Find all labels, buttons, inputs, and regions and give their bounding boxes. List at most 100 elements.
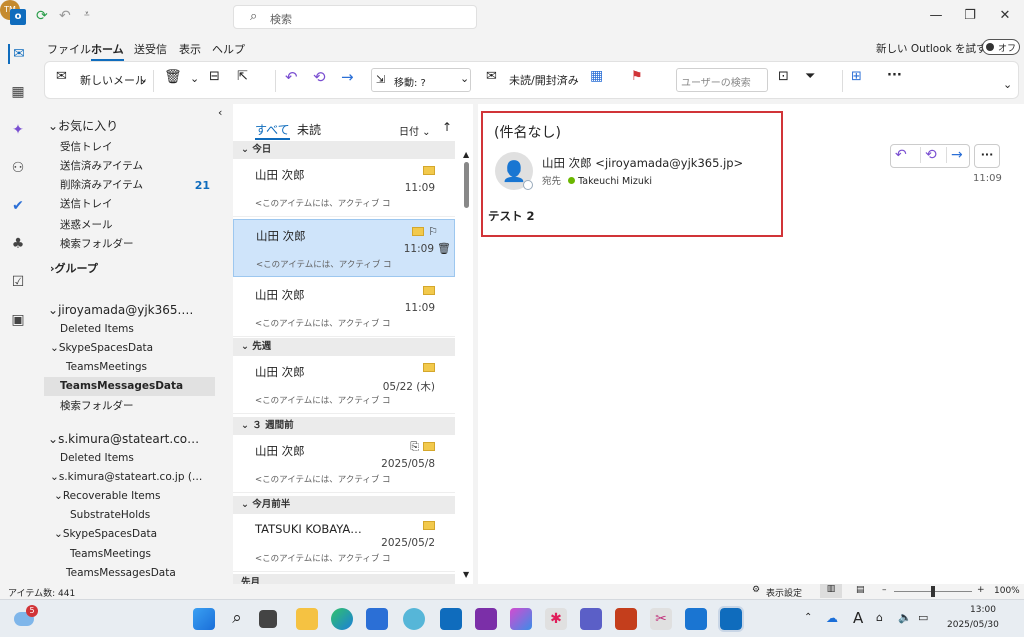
folder-teams-messages[interactable]: TeamsMessagesData: [44, 377, 215, 396]
folder-teams-meetings-2[interactable]: TeamsMeetings: [44, 545, 232, 564]
reading-view-icon[interactable]: ▤: [856, 585, 865, 595]
org-icon[interactable]: ♣: [8, 234, 28, 254]
list-item[interactable]: TATSUKI KOBAYA… 2025/05/2 <このアイテムには、アクティ…: [233, 514, 455, 572]
scrollbar-down-icon[interactable]: ▼: [463, 570, 469, 579]
filter-icon[interactable]: ⏷: [805, 69, 815, 84]
outlook-taskbar-icon[interactable]: [718, 606, 744, 632]
group-header[interactable]: ⌄ 今日: [233, 141, 455, 159]
browser-icon[interactable]: [403, 608, 425, 630]
volume-icon[interactable]: 🔈: [898, 611, 912, 624]
clock-date[interactable]: 2025/05/30: [947, 620, 999, 630]
tab-all[interactable]: すべて: [255, 121, 290, 140]
sort-direction-icon[interactable]: ↑: [442, 120, 452, 134]
chevron-down-icon[interactable]: ⌄: [190, 72, 199, 85]
snipping-tool-icon[interactable]: ✂: [650, 608, 672, 630]
powerpoint-icon[interactable]: [615, 608, 637, 630]
undo-icon[interactable]: ↶: [59, 8, 71, 24]
display-settings-icon[interactable]: ⚙: [752, 585, 760, 595]
mail-icon[interactable]: ✉: [8, 44, 28, 64]
list-item[interactable]: 山田 次郎 11:09 <このアイテムには、アクティブ コ: [233, 159, 455, 217]
edge-icon[interactable]: [331, 608, 353, 630]
scrollbar-thumb[interactable]: [464, 162, 469, 208]
file-explorer-icon[interactable]: [296, 608, 318, 630]
outlook-web-icon[interactable]: [440, 608, 462, 630]
ime-indicator[interactable]: A: [853, 609, 863, 627]
people-icon[interactable]: ⚇: [8, 158, 28, 178]
folder-search-folders[interactable]: 検索フォルダー: [44, 235, 232, 254]
tab-help[interactable]: ヘルプ: [212, 41, 245, 57]
normal-view-icon[interactable]: ▥: [820, 584, 842, 598]
account1-header[interactable]: ⌄jiroyamada@yjk365.…: [44, 301, 232, 320]
new-outlook-toggle[interactable]: オフ: [982, 39, 1020, 55]
tab-home[interactable]: ホーム: [91, 41, 124, 61]
m365-icon[interactable]: [510, 608, 532, 630]
tray-expand-icon[interactable]: ⌃: [804, 612, 812, 623]
ribbon-collapse-icon[interactable]: ⌄: [1003, 78, 1012, 91]
network-icon[interactable]: ⌂: [876, 611, 883, 624]
reply-all-icon[interactable]: ⟲: [920, 147, 937, 163]
folder-mailbox[interactable]: ⌄s.kimura@stateart.co.jp (…: [44, 468, 232, 487]
folder-deleted-items-2[interactable]: Deleted Items: [44, 449, 232, 468]
user-search-input[interactable]: ユーザーの検索: [676, 68, 768, 92]
zoom-slider[interactable]: [894, 586, 972, 597]
task-view-icon[interactable]: [259, 610, 277, 628]
folder-teams-messages-2[interactable]: TeamsMessagesData: [44, 564, 232, 583]
todo-icon[interactable]: ✔: [8, 196, 28, 216]
forward-icon[interactable]: →: [946, 147, 963, 163]
group-header[interactable]: ⌄ 今月前半: [233, 496, 455, 514]
onedrive-icon[interactable]: ☁: [826, 611, 838, 625]
store-icon[interactable]: [366, 608, 388, 630]
folder-search-folders-2[interactable]: 検索フォルダー: [44, 397, 232, 416]
categorize-icon[interactable]: ▦: [590, 68, 603, 84]
sync-icon[interactable]: ⟳: [36, 8, 48, 24]
flag-icon[interactable]: ⚑: [631, 69, 643, 84]
presentation-icon[interactable]: [685, 608, 707, 630]
search-icon[interactable]: ⌕: [226, 608, 248, 630]
favorites-header[interactable]: ⌄お気に入り: [44, 117, 232, 136]
chevron-down-icon[interactable]: ⌄: [139, 72, 148, 85]
more-options-button[interactable]: ···: [887, 68, 902, 83]
delete-icon[interactable]: 🗑: [437, 242, 451, 255]
folder-skype-spaces-2[interactable]: ⌄SkypeSpacesData: [44, 525, 232, 544]
zoom-in-icon[interactable]: +: [977, 585, 985, 595]
group-header[interactable]: ⌄ 先週: [233, 338, 455, 356]
reply-icon[interactable]: ↶: [285, 68, 298, 86]
zoom-out-icon[interactable]: –: [882, 585, 887, 595]
read-unread-button[interactable]: 未読/開封済み: [509, 72, 579, 88]
teams-icon[interactable]: [580, 608, 602, 630]
clock-time[interactable]: 13:00: [970, 605, 996, 615]
list-item[interactable]: 山田 次郎 05/22 (木) <このアイテムには、アクティブ コ: [233, 356, 455, 414]
display-settings-button[interactable]: 表示設定: [766, 586, 802, 599]
copilot-icon[interactable]: ✦: [8, 120, 28, 140]
list-item[interactable]: 山田 次郎 ⎘ 2025/05/8 <このアイテムには、アクティブ コ: [233, 435, 455, 493]
folder-substrate-holds[interactable]: SubstrateHolds: [44, 506, 232, 525]
folder-skype-spaces[interactable]: ⌄SkypeSpacesData: [44, 339, 232, 358]
zoom-slider-thumb[interactable]: [931, 586, 935, 597]
reply-icon[interactable]: ↶: [895, 147, 907, 163]
delete-icon[interactable]: 🗑: [164, 69, 182, 85]
onenote-icon[interactable]: [475, 608, 497, 630]
apps-icon[interactable]: ▣: [8, 310, 28, 330]
move-to-icon[interactable]: ⇱: [237, 69, 248, 84]
folder-sent[interactable]: 送信済みアイテム: [44, 157, 232, 176]
read-unread-icon[interactable]: ✉: [486, 69, 497, 84]
restore-icon[interactable]: ❐: [960, 8, 980, 23]
forward-icon[interactable]: →: [341, 68, 354, 86]
battery-icon[interactable]: ▭: [918, 611, 928, 624]
more-actions-button[interactable]: ···: [974, 144, 1000, 168]
move-dropdown[interactable]: ⇲ 移動: ? ⌄: [371, 68, 471, 92]
slack-icon[interactable]: ✱: [545, 608, 567, 630]
scrollbar-up-icon[interactable]: ▲: [463, 150, 469, 159]
group-header[interactable]: ⌄ ３ 週間前: [233, 417, 455, 435]
search-input[interactable]: ⌕ 検索: [233, 5, 477, 29]
list-item[interactable]: 山田 次郎 11:09 <このアイテムには、アクティブ コ: [233, 279, 455, 337]
minimize-icon[interactable]: —: [926, 8, 946, 23]
folder-deleted[interactable]: 削除済みアイテム 21: [44, 176, 232, 195]
apps-icon[interactable]: ⊞: [851, 69, 862, 84]
folder-deleted-items[interactable]: Deleted Items: [44, 320, 232, 339]
tab-file[interactable]: ファイル: [47, 41, 91, 57]
close-icon[interactable]: ✕: [995, 8, 1015, 23]
address-book-icon[interactable]: ⊡: [778, 69, 789, 84]
customize-icon[interactable]: ⩡: [84, 9, 90, 20]
flag-icon[interactable]: ⚐: [428, 225, 438, 238]
